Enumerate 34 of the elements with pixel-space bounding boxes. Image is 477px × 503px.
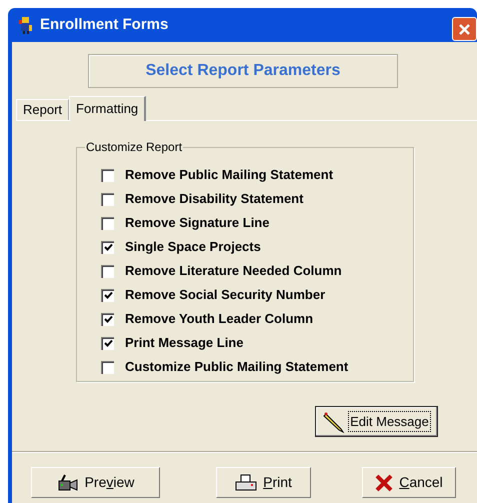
checkbox-label: Remove Disability Statement <box>125 190 304 208</box>
tab[interactable]: Report <box>16 99 70 120</box>
checkbox-label: Single Space Projects <box>125 238 261 256</box>
checkbox-label: Print Message Line <box>125 334 244 352</box>
checkbox[interactable] <box>101 264 114 278</box>
checkbox-label: Remove Public Mailing Statement <box>125 166 334 184</box>
checkbox-label: Remove Signature Line <box>125 214 270 232</box>
camera-icon <box>56 474 79 492</box>
window-title: Enrollment Forms <box>40 14 168 35</box>
cancel-button[interactable]: Cancel <box>362 467 456 498</box>
checkbox[interactable] <box>101 360 114 374</box>
cancel-icon <box>375 474 394 492</box>
checkbox[interactable] <box>101 216 114 230</box>
checkbox-label: Customize Public Mailing Statement <box>125 358 348 376</box>
checkbox-label: Remove Youth Leader Column <box>125 310 314 328</box>
group-title: Customize Report <box>85 139 184 155</box>
checkbox-label: Remove Social Security Number <box>125 286 326 304</box>
app-icon <box>18 16 34 34</box>
checkbox[interactable] <box>101 240 114 254</box>
dialog-heading: Select Report Parameters <box>88 54 398 88</box>
close-button[interactable] <box>452 17 477 41</box>
close-icon <box>458 22 471 36</box>
checkbox[interactable] <box>101 192 114 206</box>
tab[interactable]: Formatting <box>69 96 146 121</box>
print-button[interactable]: Print <box>216 467 311 498</box>
pencil-icon <box>323 410 346 432</box>
checkbox[interactable] <box>101 168 114 182</box>
printer-icon <box>235 474 258 492</box>
checkbox[interactable] <box>101 288 114 302</box>
checkbox[interactable] <box>101 336 114 350</box>
edit-message-button[interactable]: Edit Message <box>315 406 438 437</box>
checkbox-label: Remove Literature Needed Column <box>125 262 342 280</box>
checkbox[interactable] <box>101 312 114 326</box>
preview-button[interactable]: Preview <box>31 467 160 498</box>
